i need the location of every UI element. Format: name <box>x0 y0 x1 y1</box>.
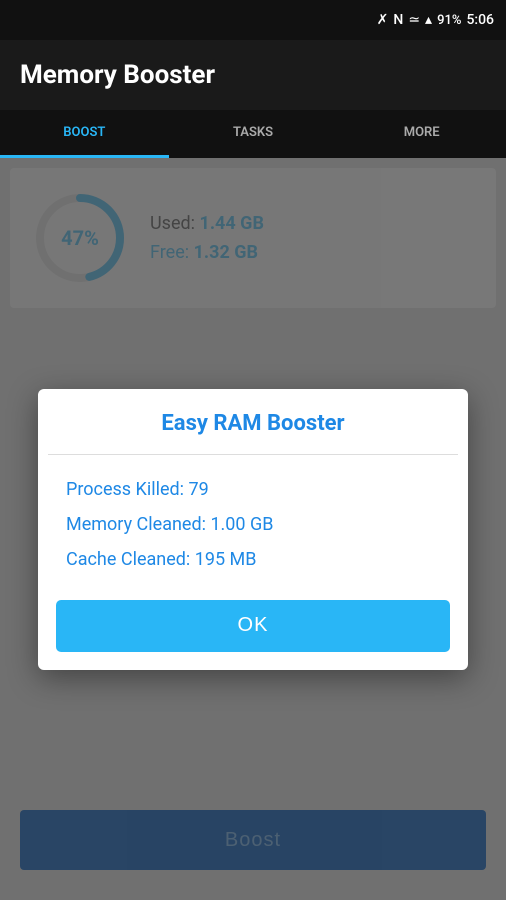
status-icons: ✗ N ≃ ▴ 91% 5:06 <box>377 12 494 28</box>
network-icon: N <box>393 12 403 28</box>
tab-boost[interactable]: BOOST <box>0 110 169 158</box>
tab-more[interactable]: MORE <box>337 110 506 158</box>
dialog-actions: OK <box>38 590 468 670</box>
main-content: 47% Used: 1.44 GB Free: 1.32 GB Boost Ea… <box>0 158 506 900</box>
memory-cleaned-row: Memory Cleaned: 1.00 GB <box>66 514 440 535</box>
dialog-title: Easy RAM Booster <box>38 389 468 454</box>
tab-bar: BOOST TASKS MORE <box>0 110 506 158</box>
dialog-body: Process Killed: 79 Memory Cleaned: 1.00 … <box>38 455 468 590</box>
wifi-icon: ≃ <box>408 12 420 28</box>
ram-booster-dialog: Easy RAM Booster Process Killed: 79 Memo… <box>38 389 468 670</box>
status-bar: ✗ N ≃ ▴ 91% 5:06 <box>0 0 506 40</box>
time-display: 5:06 <box>466 12 494 28</box>
app-title: Memory Booster <box>20 60 215 90</box>
bluetooth-icon: ✗ <box>377 12 389 28</box>
signal-icon: ▴ <box>425 12 432 28</box>
cache-cleaned-row: Cache Cleaned: 195 MB <box>66 549 440 570</box>
tab-tasks[interactable]: TASKS <box>169 110 338 158</box>
app-header: Memory Booster <box>0 40 506 110</box>
ok-button[interactable]: OK <box>56 600 450 652</box>
battery-label: 91% <box>437 13 461 28</box>
dialog-overlay: Easy RAM Booster Process Killed: 79 Memo… <box>0 158 506 900</box>
process-killed-row: Process Killed: 79 <box>66 479 440 500</box>
